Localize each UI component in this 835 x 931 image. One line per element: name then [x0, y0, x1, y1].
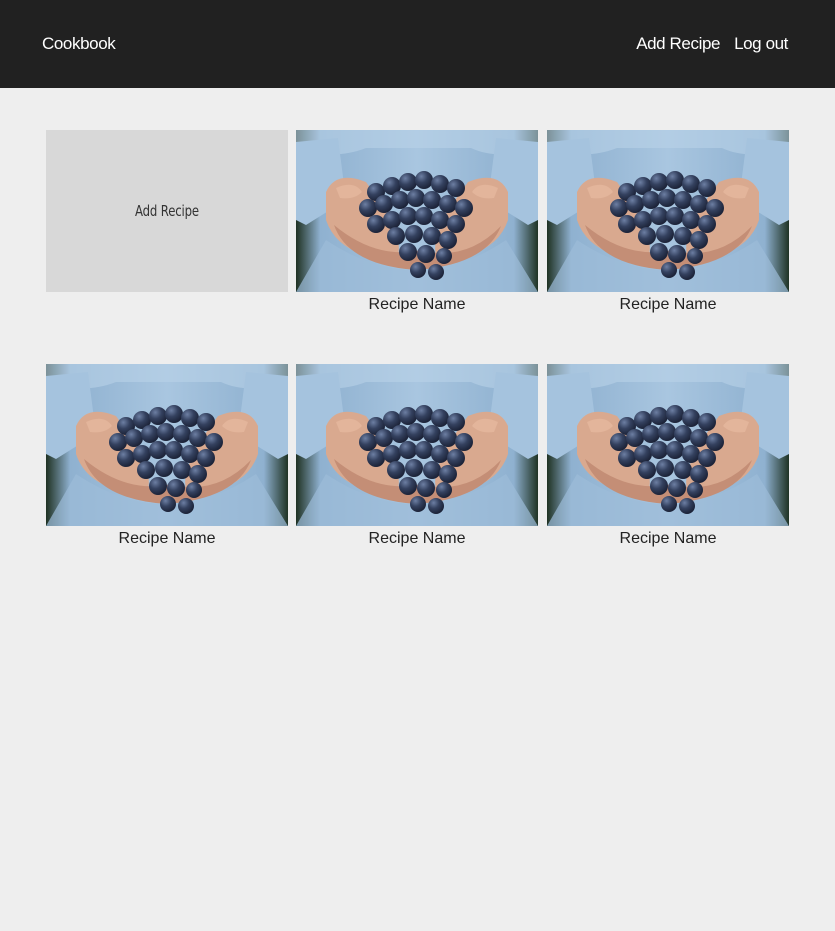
recipe-name[interactable]: Recipe Name: [547, 530, 789, 548]
recipe-name[interactable]: Recipe Name: [296, 296, 538, 314]
recipe-thumbnail[interactable]: [547, 364, 789, 526]
add-recipe-tile-label: Add Recipe: [135, 202, 199, 220]
recipe-card[interactable]: Recipe Name: [296, 130, 538, 314]
recipe-card[interactable]: Recipe Name: [296, 364, 538, 548]
brand-link[interactable]: Cookbook: [42, 33, 116, 55]
add-recipe-card[interactable]: Add Recipe: [46, 130, 288, 292]
nav-logout-link[interactable]: Log out: [734, 33, 788, 55]
recipe-name[interactable]: Recipe Name: [547, 296, 789, 314]
recipe-thumbnail[interactable]: [547, 130, 789, 292]
recipe-thumbnail[interactable]: [46, 364, 288, 526]
recipe-card[interactable]: Recipe Name: [46, 364, 288, 548]
recipe-thumbnail[interactable]: [296, 130, 538, 292]
recipe-name[interactable]: Recipe Name: [46, 530, 288, 548]
recipe-card[interactable]: Recipe Name: [547, 130, 789, 314]
add-recipe-tile[interactable]: Add Recipe: [46, 130, 288, 292]
recipe-thumbnail[interactable]: [296, 364, 538, 526]
top-navbar: Cookbook Add Recipe Log out: [0, 0, 835, 88]
nav-links: Add Recipe Log out: [636, 33, 788, 55]
nav-add-recipe-link[interactable]: Add Recipe: [636, 33, 720, 55]
recipe-name[interactable]: Recipe Name: [296, 530, 538, 548]
recipe-card[interactable]: Recipe Name: [547, 364, 789, 548]
